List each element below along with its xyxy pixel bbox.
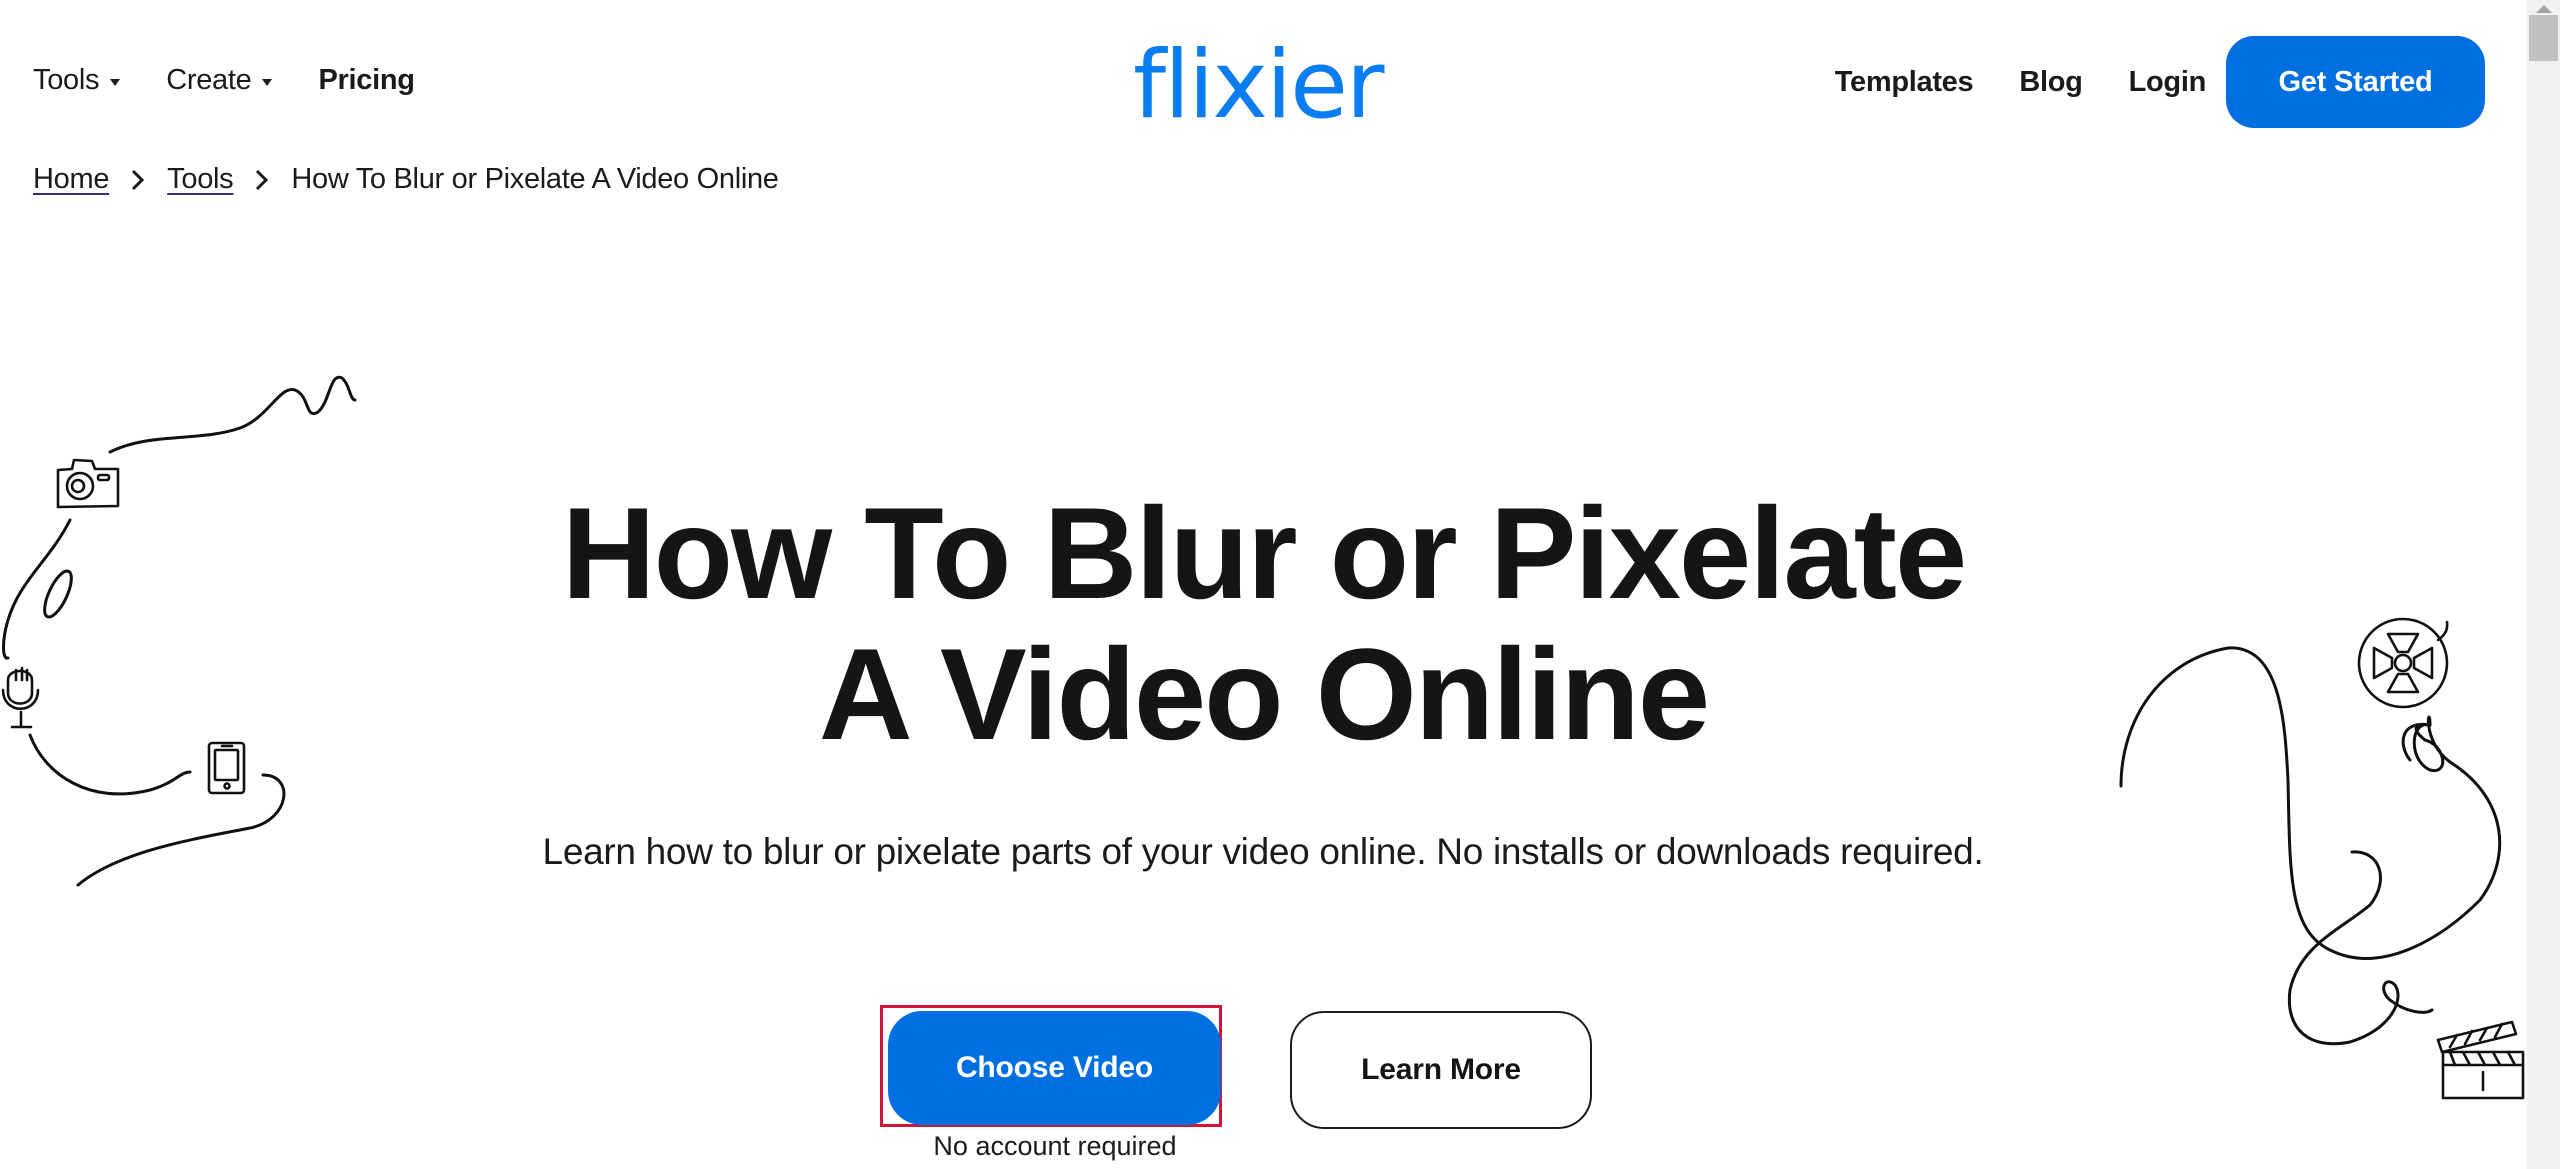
nav-create-dropdown[interactable]: Create: [166, 63, 273, 97]
logo-text: flixier: [1133, 31, 1385, 140]
caret-down-icon: [110, 78, 121, 86]
scrollbar-thumb[interactable]: [2529, 15, 2558, 61]
flixier-logo[interactable]: flixier: [1133, 36, 1393, 136]
breadcrumb: Home Tools How To Blur or Pixelate A Vid…: [33, 163, 779, 196]
nav-tools-label: Tools: [33, 63, 100, 96]
get-started-button[interactable]: Get Started: [2226, 36, 2485, 128]
breadcrumb-current: How To Blur or Pixelate A Video Online: [291, 163, 779, 195]
chevron-right-icon: [256, 169, 269, 190]
page-title-line-1: How To Blur or Pixelate: [561, 480, 1967, 626]
page-title: How To Blur or Pixelate A Video Online: [0, 483, 2527, 765]
learn-more-button[interactable]: Learn More: [1290, 1011, 1592, 1129]
breadcrumb-tools-link[interactable]: Tools: [167, 163, 234, 196]
page: Tools Create Pricing flixier Templates B…: [0, 0, 2527, 1169]
page-title-line-2: A Video Online: [818, 621, 1710, 767]
no-account-note: No account required: [933, 1131, 1177, 1161]
scroll-up-arrow-icon[interactable]: [2536, 5, 2552, 13]
nav-pricing-label: Pricing: [318, 63, 415, 96]
nav-login-link[interactable]: Login: [2129, 66, 2207, 99]
doodle-line: [76, 773, 286, 887]
doodle-line: [108, 375, 357, 454]
nav-tools-dropdown[interactable]: Tools: [33, 63, 121, 97]
breadcrumb-home-link[interactable]: Home: [33, 163, 109, 196]
nav-templates-link[interactable]: Templates: [1835, 66, 1974, 99]
primary-nav: Tools Create Pricing: [33, 58, 461, 102]
vertical-scrollbar[interactable]: [2527, 0, 2560, 1169]
chevron-right-icon: [132, 169, 145, 190]
hero-subtitle: Learn how to blur or pixelate parts of y…: [542, 831, 1984, 872]
choose-video-button[interactable]: Choose Video: [888, 1011, 1221, 1125]
caret-down-icon: [262, 78, 273, 86]
clapperboard-icon: [2436, 1020, 2525, 1100]
nav-pricing-link[interactable]: Pricing: [318, 63, 415, 97]
secondary-nav: Templates Blog Login Get Started: [1835, 36, 2485, 128]
nav-create-label: Create: [166, 63, 252, 96]
nav-blog-link[interactable]: Blog: [2019, 66, 2083, 99]
doodle-line: [2287, 850, 2434, 1046]
